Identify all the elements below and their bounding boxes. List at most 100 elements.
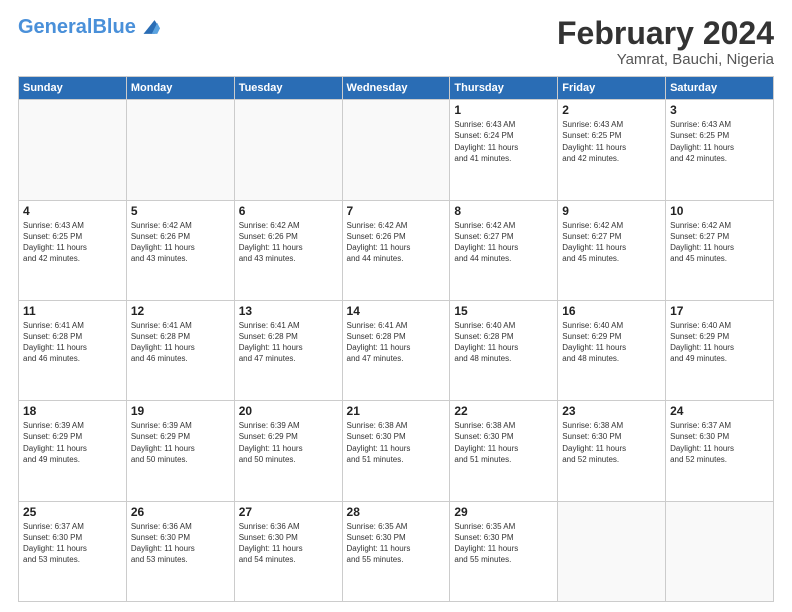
calendar-cell bbox=[234, 100, 342, 200]
week-row-4: 25Sunrise: 6:37 AM Sunset: 6:30 PM Dayli… bbox=[19, 501, 774, 601]
calendar-cell: 16Sunrise: 6:40 AM Sunset: 6:29 PM Dayli… bbox=[558, 300, 666, 400]
day-info: Sunrise: 6:38 AM Sunset: 6:30 PM Dayligh… bbox=[562, 420, 661, 465]
day-number: 16 bbox=[562, 304, 661, 318]
day-number: 19 bbox=[131, 404, 230, 418]
calendar-cell: 25Sunrise: 6:37 AM Sunset: 6:30 PM Dayli… bbox=[19, 501, 127, 601]
day-info: Sunrise: 6:42 AM Sunset: 6:27 PM Dayligh… bbox=[670, 220, 769, 265]
day-info: Sunrise: 6:43 AM Sunset: 6:25 PM Dayligh… bbox=[562, 119, 661, 164]
header-row: SundayMondayTuesdayWednesdayThursdayFrid… bbox=[19, 77, 774, 100]
day-info: Sunrise: 6:38 AM Sunset: 6:30 PM Dayligh… bbox=[347, 420, 446, 465]
logo-blue: Blue bbox=[92, 16, 135, 38]
calendar-cell: 22Sunrise: 6:38 AM Sunset: 6:30 PM Dayli… bbox=[450, 401, 558, 501]
day-number: 17 bbox=[670, 304, 769, 318]
header-cell-tuesday: Tuesday bbox=[234, 77, 342, 100]
day-info: Sunrise: 6:42 AM Sunset: 6:27 PM Dayligh… bbox=[454, 220, 553, 265]
day-info: Sunrise: 6:43 AM Sunset: 6:25 PM Dayligh… bbox=[23, 220, 122, 265]
day-number: 27 bbox=[239, 505, 338, 519]
day-number: 9 bbox=[562, 204, 661, 218]
calendar-body: 1Sunrise: 6:43 AM Sunset: 6:24 PM Daylig… bbox=[19, 100, 774, 602]
header-cell-monday: Monday bbox=[126, 77, 234, 100]
calendar-cell: 6 Sunrise: 6:42 AM Sunset: 6:26 PM Daylig… bbox=[234, 200, 342, 300]
calendar-cell: 9Sunrise: 6:42 AM Sunset: 6:27 PM Daylig… bbox=[558, 200, 666, 300]
day-number: 11 bbox=[23, 304, 122, 318]
calendar-cell: 21 Sunrise: 6:38 AM Sunset: 6:30 PM Dayli… bbox=[342, 401, 450, 501]
page: GeneralBlue February 2024 Yamrat, Bauchi… bbox=[0, 0, 792, 612]
day-number: 3 bbox=[670, 103, 769, 117]
day-info: Sunrise: 6:37 AM Sunset: 6:30 PM Dayligh… bbox=[670, 420, 769, 465]
day-number: 13 bbox=[239, 304, 338, 318]
day-number: 18 bbox=[23, 404, 122, 418]
calendar-cell bbox=[19, 100, 127, 200]
calendar-cell: 28 Sunrise: 6:35 AM Sunset: 6:30 PM Dayli… bbox=[342, 501, 450, 601]
day-info: Sunrise: 6:39 AM Sunset: 6:29 PM Dayligh… bbox=[239, 420, 338, 465]
calendar-cell: 2 Sunrise: 6:43 AM Sunset: 6:25 PM Daylig… bbox=[558, 100, 666, 200]
calendar-title: February 2024 bbox=[557, 16, 774, 51]
day-number: 14 bbox=[347, 304, 446, 318]
calendar-cell: 24Sunrise: 6:37 AM Sunset: 6:30 PM Dayli… bbox=[666, 401, 774, 501]
day-info: Sunrise: 6:37 AM Sunset: 6:30 PM Dayligh… bbox=[23, 521, 122, 566]
calendar-cell bbox=[342, 100, 450, 200]
calendar-cell bbox=[558, 501, 666, 601]
header-cell-sunday: Sunday bbox=[19, 77, 127, 100]
day-number: 7 bbox=[347, 204, 446, 218]
week-row-3: 18 Sunrise: 6:39 AM Sunset: 6:29 PM Dayli… bbox=[19, 401, 774, 501]
day-number: 20 bbox=[239, 404, 338, 418]
day-number: 21 bbox=[347, 404, 446, 418]
day-info: Sunrise: 6:39 AM Sunset: 6:29 PM Dayligh… bbox=[23, 420, 122, 465]
calendar-subtitle: Yamrat, Bauchi, Nigeria bbox=[557, 51, 774, 68]
day-number: 4 bbox=[23, 204, 122, 218]
calendar-cell: 1Sunrise: 6:43 AM Sunset: 6:24 PM Daylig… bbox=[450, 100, 558, 200]
day-info: Sunrise: 6:36 AM Sunset: 6:30 PM Dayligh… bbox=[239, 521, 338, 566]
calendar-cell: 18 Sunrise: 6:39 AM Sunset: 6:29 PM Dayli… bbox=[19, 401, 127, 501]
week-row-0: 1Sunrise: 6:43 AM Sunset: 6:24 PM Daylig… bbox=[19, 100, 774, 200]
calendar-cell: 4 Sunrise: 6:43 AM Sunset: 6:25 PM Daylig… bbox=[19, 200, 127, 300]
calendar-cell bbox=[126, 100, 234, 200]
calendar-cell bbox=[666, 501, 774, 601]
header: GeneralBlue February 2024 Yamrat, Bauchi… bbox=[18, 16, 774, 68]
calendar-cell: 27 Sunrise: 6:36 AM Sunset: 6:30 PM Dayli… bbox=[234, 501, 342, 601]
calendar-cell: 11 Sunrise: 6:41 AM Sunset: 6:28 PM Dayli… bbox=[19, 300, 127, 400]
day-number: 12 bbox=[131, 304, 230, 318]
logo-general: General bbox=[18, 16, 92, 38]
calendar-cell: 5 Sunrise: 6:42 AM Sunset: 6:26 PM Daylig… bbox=[126, 200, 234, 300]
logo-icon bbox=[138, 16, 160, 38]
logo: GeneralBlue bbox=[18, 16, 160, 38]
day-info: Sunrise: 6:41 AM Sunset: 6:28 PM Dayligh… bbox=[239, 320, 338, 365]
day-info: Sunrise: 6:35 AM Sunset: 6:30 PM Dayligh… bbox=[454, 521, 553, 566]
calendar-header: SundayMondayTuesdayWednesdayThursdayFrid… bbox=[19, 77, 774, 100]
day-info: Sunrise: 6:41 AM Sunset: 6:28 PM Dayligh… bbox=[23, 320, 122, 365]
day-info: Sunrise: 6:39 AM Sunset: 6:29 PM Dayligh… bbox=[131, 420, 230, 465]
week-row-1: 4 Sunrise: 6:43 AM Sunset: 6:25 PM Daylig… bbox=[19, 200, 774, 300]
calendar-cell: 20 Sunrise: 6:39 AM Sunset: 6:29 PM Dayli… bbox=[234, 401, 342, 501]
calendar-cell: 23 Sunrise: 6:38 AM Sunset: 6:30 PM Dayli… bbox=[558, 401, 666, 501]
day-number: 23 bbox=[562, 404, 661, 418]
title-block: February 2024 Yamrat, Bauchi, Nigeria bbox=[557, 16, 774, 68]
day-number: 8 bbox=[454, 204, 553, 218]
day-info: Sunrise: 6:40 AM Sunset: 6:29 PM Dayligh… bbox=[670, 320, 769, 365]
calendar-cell: 19 Sunrise: 6:39 AM Sunset: 6:29 PM Dayli… bbox=[126, 401, 234, 501]
day-info: Sunrise: 6:35 AM Sunset: 6:30 PM Dayligh… bbox=[347, 521, 446, 566]
calendar-cell: 12Sunrise: 6:41 AM Sunset: 6:28 PM Dayli… bbox=[126, 300, 234, 400]
day-number: 5 bbox=[131, 204, 230, 218]
calendar-cell: 3 Sunrise: 6:43 AM Sunset: 6:25 PM Daylig… bbox=[666, 100, 774, 200]
calendar-cell: 7 Sunrise: 6:42 AM Sunset: 6:26 PM Daylig… bbox=[342, 200, 450, 300]
calendar-cell: 13 Sunrise: 6:41 AM Sunset: 6:28 PM Dayli… bbox=[234, 300, 342, 400]
day-number: 28 bbox=[347, 505, 446, 519]
header-cell-saturday: Saturday bbox=[666, 77, 774, 100]
day-info: Sunrise: 6:40 AM Sunset: 6:28 PM Dayligh… bbox=[454, 320, 553, 365]
calendar-cell: 8 Sunrise: 6:42 AM Sunset: 6:27 PM Daylig… bbox=[450, 200, 558, 300]
calendar-cell: 29 Sunrise: 6:35 AM Sunset: 6:30 PM Dayli… bbox=[450, 501, 558, 601]
day-info: Sunrise: 6:43 AM Sunset: 6:25 PM Dayligh… bbox=[670, 119, 769, 164]
header-cell-thursday: Thursday bbox=[450, 77, 558, 100]
day-info: Sunrise: 6:42 AM Sunset: 6:26 PM Dayligh… bbox=[347, 220, 446, 265]
day-number: 29 bbox=[454, 505, 553, 519]
day-info: Sunrise: 6:42 AM Sunset: 6:26 PM Dayligh… bbox=[239, 220, 338, 265]
day-number: 6 bbox=[239, 204, 338, 218]
calendar-cell: 17 Sunrise: 6:40 AM Sunset: 6:29 PM Dayli… bbox=[666, 300, 774, 400]
day-number: 2 bbox=[562, 103, 661, 117]
calendar-cell: 10Sunrise: 6:42 AM Sunset: 6:27 PM Dayli… bbox=[666, 200, 774, 300]
day-info: Sunrise: 6:42 AM Sunset: 6:26 PM Dayligh… bbox=[131, 220, 230, 265]
day-info: Sunrise: 6:43 AM Sunset: 6:24 PM Dayligh… bbox=[454, 119, 553, 164]
header-cell-friday: Friday bbox=[558, 77, 666, 100]
calendar-table: SundayMondayTuesdayWednesdayThursdayFrid… bbox=[18, 76, 774, 602]
